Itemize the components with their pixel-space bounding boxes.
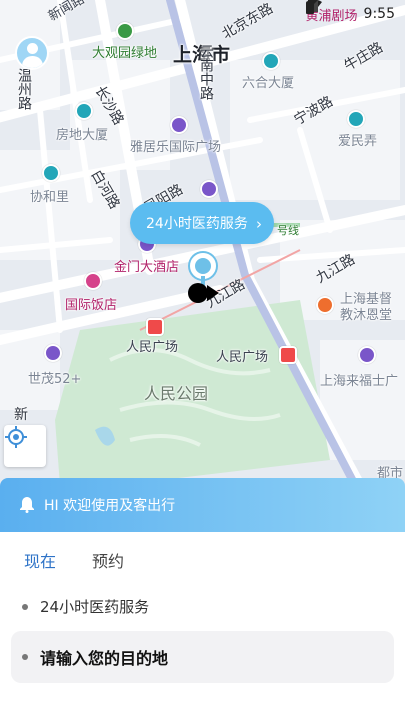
- map-label: 号线: [277, 224, 299, 237]
- map-label: 六合大厦: [242, 76, 295, 91]
- map-label: 金门大酒店: [114, 260, 180, 275]
- map-label: 人民广场: [126, 340, 179, 355]
- avatar-body-icon: [22, 56, 43, 68]
- map-label: 人民公园: [144, 384, 209, 403]
- heading-arrow-icon: [207, 285, 219, 301]
- ride-time-tabs: 现在 预约: [0, 532, 405, 578]
- map-label: 云南中路: [198, 44, 214, 100]
- mall-poi-icon[interactable]: [358, 346, 376, 364]
- destination-placeholder: 请输入您的目的地: [40, 649, 169, 668]
- map-label: 雅居乐国际广场: [130, 140, 222, 155]
- bell-icon: [20, 497, 34, 513]
- user-avatar[interactable]: [15, 36, 49, 70]
- map-view[interactable]: 新闻路 大观园绿地 北京东路 上海市 牛庄路 六合大厦 长沙路 云南中路 温州路…: [0, 0, 405, 485]
- destination-input[interactable]: 请输入您的目的地: [11, 631, 394, 683]
- metro-station-icon[interactable]: [279, 346, 297, 364]
- welcome-banner: HI 欢迎使用及客出行: [0, 478, 405, 532]
- building-poi-icon[interactable]: [347, 110, 365, 128]
- tab-reserve[interactable]: 预约: [92, 548, 124, 578]
- map-label: 爱民弄: [338, 134, 378, 149]
- status-bar: 黄浦剧场 9:55: [305, 0, 405, 28]
- medical-service-bubble[interactable]: 24小时医药服务 ›: [130, 202, 274, 244]
- building-poi-icon[interactable]: [262, 52, 280, 70]
- mall-poi-icon[interactable]: [170, 116, 188, 134]
- park-poi-icon[interactable]: [116, 22, 134, 40]
- building-poi-icon[interactable]: [42, 164, 60, 182]
- locate-me-button[interactable]: [4, 425, 46, 467]
- map-label: 房地大厦: [56, 128, 109, 143]
- current-location-icon: [188, 283, 208, 303]
- booking-sheet: 现在 预约 24小时医药服务 请输入您的目的地: [0, 532, 405, 720]
- map-label: 上海来福士广: [320, 374, 399, 389]
- church-poi-icon[interactable]: [316, 296, 334, 314]
- building-poi-icon[interactable]: [75, 102, 93, 120]
- map-label: 新: [14, 407, 28, 423]
- tab-now[interactable]: 现在: [24, 548, 56, 578]
- map-label: 大观园绿地: [92, 46, 158, 61]
- avatar-head-icon: [27, 43, 38, 54]
- map-label: 协和里: [30, 190, 70, 205]
- hotel-poi-icon[interactable]: [84, 272, 102, 290]
- map-label: 国际饭店: [65, 298, 118, 313]
- map-label: 世茂52+: [28, 372, 82, 387]
- map-label: 人民广场: [216, 350, 269, 365]
- service-bubble-label: 24小时医药服务: [146, 216, 248, 232]
- bullet-dot-icon: [22, 654, 28, 660]
- bullet-dot-icon: [22, 603, 28, 610]
- suggestion-label: 24小时医药服务: [40, 598, 150, 616]
- crosshair-icon: [5, 426, 27, 448]
- medical-service-suggestion[interactable]: 24小时医药服务: [22, 596, 149, 617]
- map-label: 温州路: [16, 68, 32, 110]
- chevron-right-icon: ›: [256, 215, 262, 233]
- battery-icon: [305, 0, 314, 14]
- mall-poi-icon[interactable]: [200, 180, 218, 198]
- metro-station-icon[interactable]: [146, 318, 164, 336]
- mall-poi-icon[interactable]: [44, 344, 62, 362]
- map-label: 上海基督教沐恩堂: [340, 292, 393, 323]
- status-time: 9:55: [363, 6, 395, 22]
- banner-text: HI 欢迎使用及客出行: [44, 498, 176, 514]
